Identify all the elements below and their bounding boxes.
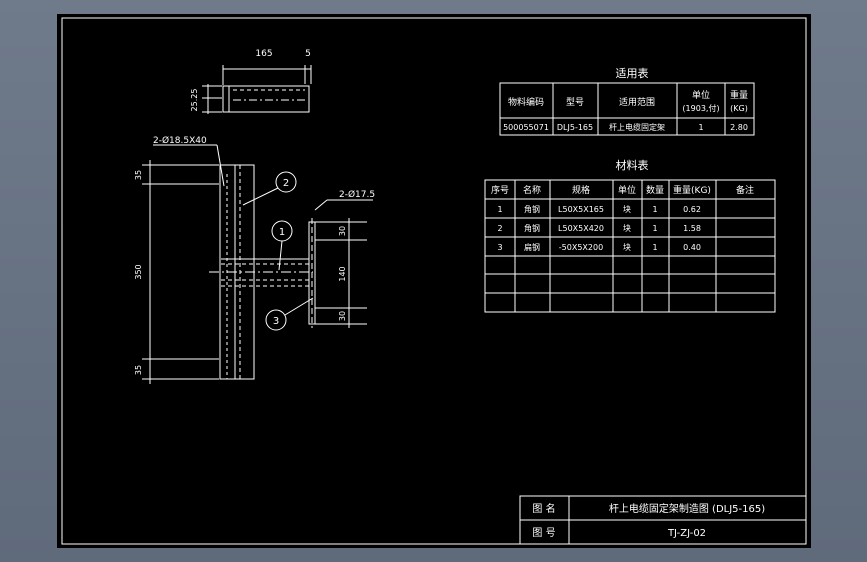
- material-cell: 块: [623, 223, 631, 233]
- material-cell: 1: [497, 205, 502, 214]
- usage-cell: 500055071: [503, 123, 549, 132]
- dim-140: 140: [338, 266, 347, 281]
- cad-drawing: 165 5 25.25 35 350 35 2-Ø18.5X40 30 140 …: [61, 17, 807, 545]
- material-cell: 扁钢: [524, 242, 540, 252]
- material-header-qty: 数量: [646, 184, 664, 196]
- drawing-sheet: 165 5 25.25 35 350 35 2-Ø18.5X40 30 140 …: [57, 14, 811, 548]
- dim-30-bottom: 30: [338, 311, 347, 321]
- material-table-title: 材料表: [616, 158, 649, 172]
- material-header-name: 名称: [523, 184, 541, 196]
- usage-cell: 1: [698, 123, 703, 132]
- usage-header-unit: 单位: [692, 89, 710, 101]
- material-cell: L50X5X420: [558, 224, 604, 233]
- material-header-weight: 重量(KG): [673, 184, 711, 196]
- usage-header-unit-sub: (1903,付): [682, 103, 719, 113]
- material-cell: 1: [652, 243, 657, 252]
- usage-header-scope: 适用范围: [619, 96, 655, 108]
- dim-25: 25.25: [190, 89, 199, 112]
- material-cell: -50X5X200: [559, 243, 603, 252]
- dim-350: 350: [134, 264, 143, 279]
- usage-header-code: 物料编码: [508, 96, 544, 108]
- material-cell: L50X5X165: [558, 205, 604, 214]
- balloon-2-label: 2: [283, 178, 289, 189]
- usage-cell: 2.80: [730, 123, 748, 132]
- material-cell: 0.62: [683, 205, 701, 214]
- title-block-number-value: TJ-ZJ-02: [667, 528, 706, 539]
- dim-5: 5: [305, 49, 311, 59]
- dim-35-top: 35: [134, 170, 143, 180]
- material-cell: 1: [652, 224, 657, 233]
- usage-header-weight: 重量: [730, 89, 748, 101]
- material-cell: 块: [623, 204, 631, 214]
- usage-table-title: 适用表: [616, 66, 649, 80]
- title-block-number-label: 图 号: [532, 527, 555, 539]
- material-header-remark: 备注: [736, 184, 754, 196]
- material-cell: 块: [623, 242, 631, 252]
- usage-cell: DLJ5-165: [557, 123, 593, 132]
- title-block-name-label: 图 名: [532, 502, 555, 515]
- usage-header-weight-sub: (KG): [730, 104, 748, 113]
- hole-note-2: 2-Ø17.5: [339, 189, 375, 200]
- usage-header-model: 型号: [566, 97, 584, 108]
- material-cell: 角钢: [524, 223, 540, 233]
- material-header-unit: 单位: [618, 184, 636, 196]
- title-block-name-value: 杆上电缆固定架制造图 (DLJ5-165): [609, 502, 765, 515]
- dim-30-top: 30: [338, 226, 347, 236]
- material-cell: 3: [497, 243, 502, 252]
- usage-cell: 杆上电缆固定架: [609, 122, 665, 132]
- dim-35-bottom: 35: [134, 365, 143, 375]
- material-header-no: 序号: [491, 184, 509, 196]
- material-cell: 1: [652, 205, 657, 214]
- material-cell: 0.40: [683, 243, 701, 252]
- top-view: [202, 65, 312, 114]
- plate-view: [308, 199, 373, 328]
- balloon-3-label: 3: [273, 316, 279, 327]
- dim-165: 165: [255, 49, 272, 59]
- material-header-spec: 规格: [572, 184, 590, 196]
- material-cell: 2: [497, 224, 502, 233]
- balloon-1-label: 1: [279, 227, 285, 238]
- material-cell: 1.58: [683, 224, 701, 233]
- material-cell: 角钢: [524, 204, 540, 214]
- hole-note-1: 2-Ø18.5X40: [153, 135, 207, 146]
